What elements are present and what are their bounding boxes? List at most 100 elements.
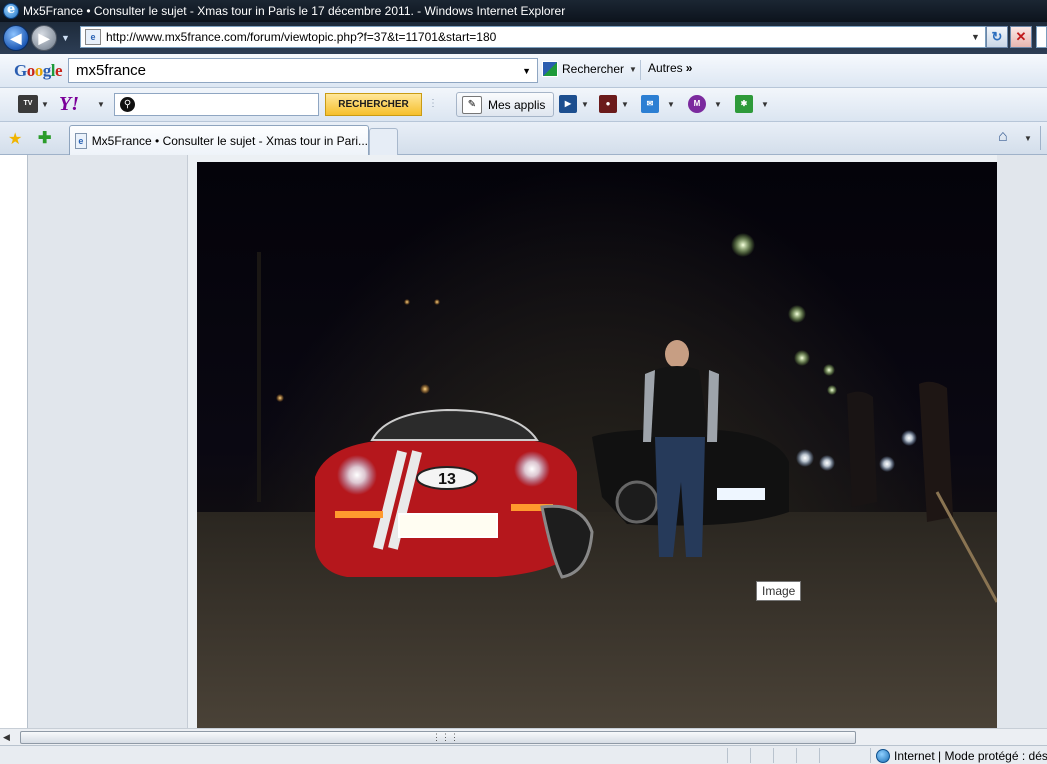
windshield (370, 408, 539, 441)
forum-photo[interactable]: 13 (197, 162, 997, 728)
chevron-down-icon[interactable]: ▼ (667, 100, 675, 109)
page-icon: e (85, 29, 101, 45)
horizontal-scrollbar[interactable]: ◀ ⋮⋮⋮ (0, 728, 1047, 745)
status-divider (727, 748, 728, 763)
apps-icon: ✎ (462, 95, 482, 114)
google-search-dropdown-icon[interactable]: ▼ (522, 66, 531, 76)
headlight (819, 455, 835, 471)
favorites-star-icon[interactable]: ★ (8, 129, 22, 149)
messenger-icon[interactable]: M (688, 95, 706, 113)
status-divider (819, 748, 820, 763)
record-icon[interactable]: ● (599, 95, 617, 113)
ie-icon (3, 2, 19, 19)
license-plate (398, 513, 498, 538)
page-right-margin (997, 155, 1047, 728)
car-wheel (615, 480, 659, 524)
street-light (827, 385, 837, 395)
yahoo-icon[interactable]: Y! (59, 93, 79, 116)
person-silhouette (847, 391, 877, 507)
toolbar-grip[interactable]: ⋮ (428, 98, 438, 109)
chevron-down-icon: ▼ (629, 64, 637, 74)
home-icon[interactable]: ⌂ (998, 128, 1008, 146)
google-search-value[interactable]: mx5france (76, 62, 522, 79)
window-title: Mx5France • Consulter le sujet - Xmas to… (23, 4, 566, 18)
yahoo-dropdown-icon[interactable]: ▼ (97, 100, 105, 109)
address-row: ◀ ▶ ▼ e http://www.mx5france.com/forum/v… (0, 22, 1047, 54)
refresh-button[interactable]: ↻ (986, 26, 1008, 48)
photo-tooltip: Image (756, 581, 802, 601)
security-zone-text[interactable]: Internet | Mode protégé : dés (894, 749, 1047, 763)
media-player-icon[interactable]: ▶ (559, 95, 577, 113)
google-logo[interactable]: Google (14, 61, 63, 81)
man-arm (707, 370, 719, 442)
status-divider (870, 748, 871, 763)
person-silhouette (919, 381, 953, 522)
photo-scene: 13 (197, 233, 997, 728)
chevron-down-icon[interactable]: ▼ (581, 100, 589, 109)
window-light (276, 394, 284, 402)
headlight (514, 451, 550, 487)
address-url[interactable]: http://www.mx5france.com/forum/viewtopic… (106, 30, 971, 44)
headlight (879, 456, 895, 472)
home-dropdown-icon[interactable]: ▼ (1024, 134, 1032, 143)
toolbar-divider (640, 60, 641, 80)
widgets-icon[interactable]: ✱ (735, 95, 753, 113)
scrollbar-thumb[interactable]: ⋮⋮⋮ (20, 731, 856, 744)
new-tab-button[interactable] (369, 128, 398, 155)
status-divider (750, 748, 751, 763)
scroll-grip-icon: ⋮⋮⋮ (432, 732, 459, 742)
page-viewport: 13 (0, 155, 1047, 728)
yahoo-search-button[interactable]: RECHERCHER (325, 93, 422, 116)
tab-label: Mx5France • Consulter le sujet - Xmas to… (91, 133, 368, 148)
lamp-post (257, 252, 261, 502)
back-icon: ◀ (10, 29, 22, 46)
google-search-button[interactable]: Rechercher ▼ (542, 61, 637, 77)
address-bar[interactable]: e http://www.mx5france.com/forum/viewtop… (80, 26, 986, 48)
street-light (731, 233, 755, 257)
forward-button[interactable]: ▶ (31, 25, 57, 51)
scroll-left-icon[interactable]: ◀ (3, 732, 10, 743)
toolbar-divider (1040, 126, 1041, 150)
back-button[interactable]: ◀ (3, 25, 29, 51)
street-light (794, 350, 810, 366)
more-button[interactable]: Autres » (648, 61, 692, 75)
add-favorite-icon[interactable]: ✚ (38, 128, 51, 148)
window-titlebar: Mx5France • Consulter le sujet - Xmas to… (0, 0, 1047, 22)
address-dropdown-icon[interactable]: ▼ (971, 32, 985, 42)
headlight (337, 455, 377, 495)
window-light (404, 299, 410, 305)
globe-icon (876, 749, 890, 763)
chevron-down-icon[interactable]: ▼ (761, 100, 769, 109)
apps-button[interactable]: ✎ Mes applis (456, 92, 554, 117)
tab-active[interactable]: e Mx5France • Consulter le sujet - Xmas … (69, 125, 369, 155)
window-light (420, 384, 430, 394)
stop-icon: ✕ (1015, 29, 1027, 44)
forward-icon: ▶ (38, 29, 50, 46)
indicator-light (335, 511, 383, 518)
history-dropdown-icon[interactable]: ▼ (61, 33, 70, 43)
chevron-down-icon[interactable]: ▼ (621, 100, 629, 109)
google-icon (542, 61, 558, 77)
street-light (788, 305, 806, 323)
more-button-label: Autres (648, 61, 683, 75)
mail-icon[interactable]: ✉ (641, 95, 659, 113)
live-search-input[interactable] (1036, 26, 1047, 48)
race-number: 13 (438, 471, 456, 488)
tv-dropdown-icon[interactable]: ▼ (41, 100, 49, 109)
page-left-margin (0, 155, 28, 728)
google-search-button-label: Rechercher (562, 62, 625, 76)
headlight (901, 430, 917, 446)
yahoo-search-input[interactable]: ⚲ (114, 93, 319, 116)
stop-button[interactable]: ✕ (1010, 26, 1032, 48)
apps-button-label: Mes applis (488, 97, 546, 112)
search-icon: ⚲ (120, 97, 135, 112)
google-search-input[interactable]: mx5france ▼ (68, 58, 538, 83)
google-toolbar: Google mx5france ▼ Rechercher ▼ Autres » (0, 54, 1047, 88)
status-bar: Internet | Mode protégé : dés (0, 745, 1047, 764)
license-plate (717, 488, 765, 500)
tab-page-icon: e (75, 132, 87, 149)
double-chevron-icon: » (685, 61, 693, 75)
street-light (823, 364, 835, 376)
chevron-down-icon[interactable]: ▼ (714, 100, 722, 109)
tv-icon[interactable]: TV (18, 95, 38, 113)
